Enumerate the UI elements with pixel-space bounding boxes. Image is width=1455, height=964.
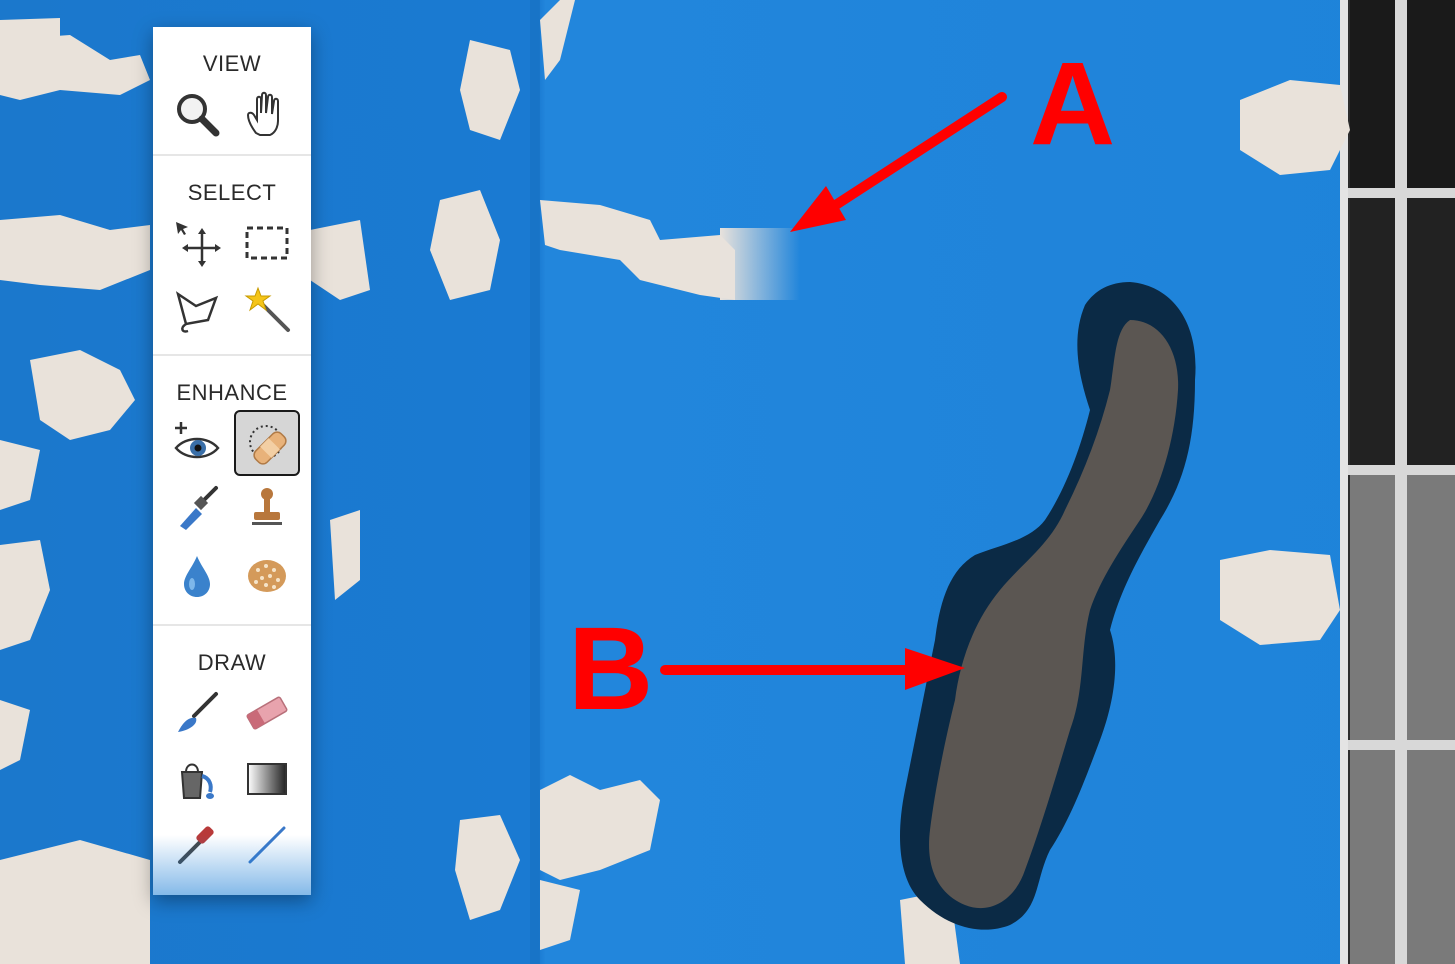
eye-plus-icon [174, 422, 220, 459]
annotation-label-b: B [568, 603, 654, 735]
move-tool-button[interactable] [164, 210, 230, 276]
bandage-icon [249, 425, 287, 465]
window-frame [1340, 0, 1455, 964]
move-arrows-icon [176, 222, 221, 267]
line-icon [248, 826, 286, 864]
lasso-tool-button[interactable] [164, 276, 230, 342]
paintbrush-icon [178, 692, 218, 732]
line-tool-button[interactable] [234, 812, 300, 878]
select-section: SELECT [153, 156, 311, 356]
annotation-label-a: A [1030, 38, 1116, 170]
magic-wand-tool-button[interactable] [234, 276, 300, 342]
enhance-section: ENHANCE [153, 356, 311, 626]
section-title-enhance: ENHANCE [176, 380, 288, 405]
rectangle-marquee-icon [245, 226, 289, 260]
red-eye-tool-button[interactable] [164, 410, 230, 476]
section-title-select: SELECT [187, 180, 277, 205]
section-title-view: VIEW [202, 51, 262, 76]
sponge-tool-button[interactable] [234, 542, 300, 608]
view-section: VIEW [153, 27, 311, 156]
paint-bucket-tool-button[interactable] [164, 746, 230, 812]
draw-section: DRAW [153, 626, 311, 895]
brush-tool-button[interactable] [164, 680, 230, 746]
sponge-icon [248, 560, 286, 592]
hand-tool-button[interactable] [234, 81, 300, 147]
eyedropper-icon [178, 826, 214, 864]
zoom-tool-button[interactable] [164, 81, 230, 147]
eraser-icon [246, 696, 288, 730]
smudge-tool-button[interactable] [164, 476, 230, 542]
magnifier-icon [177, 94, 220, 137]
polygon-lasso-icon [175, 291, 219, 333]
hand-icon [246, 91, 279, 136]
water-drop-icon [184, 556, 210, 597]
tool-palette: VIEW SELECT ENHANCE DRAW [153, 27, 311, 895]
marquee-tool-button[interactable] [234, 210, 300, 276]
clone-stamp-tool-button[interactable] [234, 476, 300, 542]
magic-wand-icon [244, 286, 290, 332]
section-title-draw: DRAW [197, 650, 267, 675]
eyedropper-tool-button[interactable] [164, 812, 230, 878]
gradient-tool-button[interactable] [234, 746, 300, 812]
stamp-icon [252, 488, 282, 525]
eraser-tool-button[interactable] [234, 680, 300, 746]
healing-brush-tool-button[interactable] [234, 410, 300, 476]
gradient-icon [247, 763, 287, 795]
smudge-brush-icon [180, 486, 218, 530]
blur-tool-button[interactable] [164, 542, 230, 608]
paint-bucket-icon [180, 763, 214, 799]
healed-region-a [720, 228, 800, 300]
